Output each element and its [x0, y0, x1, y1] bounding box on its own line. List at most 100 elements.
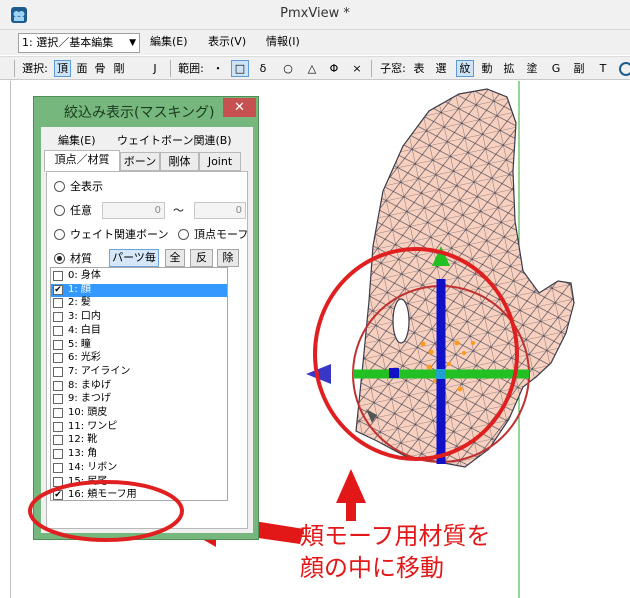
material-list-item[interactable]: 2: 髪 — [51, 297, 227, 310]
material-label: 材質 — [70, 252, 92, 265]
eye-hole — [392, 298, 410, 344]
checkbox-unchecked[interactable] — [53, 325, 63, 336]
range-delta-button[interactable]: δ — [255, 60, 271, 77]
edit-mode-select[interactable]: 1: 選択／基本編集 ▼ — [18, 33, 140, 53]
annotation-text-line1: 頬モーフ用材質を — [300, 522, 491, 550]
window-title: PmxView * — [280, 6, 350, 21]
material-list-item[interactable]: 13: 角 — [51, 448, 227, 461]
material-list-item[interactable]: 14: リボン — [51, 462, 227, 475]
material-list-item[interactable]: 10: 頭皮 — [51, 407, 227, 420]
material-list-item[interactable]: 11: ワンピ — [51, 421, 227, 434]
checkbox-unchecked[interactable] — [53, 380, 63, 391]
material-name: 6: 光彩 — [68, 352, 101, 364]
radio-vertex-morph[interactable] — [178, 229, 189, 240]
range-cross-button[interactable]: × — [349, 60, 365, 77]
range-circle-button[interactable]: ○ — [280, 60, 296, 77]
menu-edit[interactable]: 編集(E) — [150, 34, 188, 50]
range-to-input[interactable]: 0 — [194, 202, 246, 219]
material-name: 9: まつげ — [68, 393, 111, 405]
child-scale-button[interactable]: 拡 — [502, 60, 516, 77]
select-face-button[interactable]: 面 — [74, 60, 90, 77]
child-table-button[interactable]: 表 — [412, 60, 426, 77]
annotation-text-line2: 顔の中に移動 — [300, 554, 444, 582]
radio-range[interactable] — [54, 205, 65, 216]
checkbox-unchecked[interactable] — [53, 339, 63, 350]
dialog-close-button[interactable]: ✕ — [223, 98, 256, 117]
checkbox-checked[interactable]: ✔ — [53, 284, 63, 295]
range-from-input[interactable]: 0 — [102, 202, 165, 219]
remove-button[interactable]: 除 — [217, 249, 239, 267]
child-sub-button[interactable]: 副 — [572, 60, 586, 77]
dialog-menu-weight-bone[interactable]: ウェイトボーン関連(B) — [117, 132, 232, 148]
show-all-label: 全表示 — [70, 180, 103, 193]
material-name: 10: 頭皮 — [68, 407, 108, 418]
annotation-circle-list-item — [28, 480, 184, 542]
material-name: 11: ワンピ — [68, 420, 118, 432]
select-vertex-button[interactable]: 頂 — [54, 60, 71, 77]
child-paint-button[interactable]: 塗 — [525, 60, 539, 77]
checkbox-unchecked[interactable] — [53, 408, 63, 418]
checkbox-unchecked[interactable] — [53, 366, 63, 377]
select-joint-button[interactable]: J — [148, 60, 162, 77]
checkbox-unchecked[interactable] — [53, 462, 63, 473]
checkbox-unchecked[interactable] — [53, 353, 63, 364]
material-list-item[interactable]: ✔ 1: 顔 — [51, 283, 227, 297]
tab-vertex-material[interactable]: 頂点／材質 — [44, 150, 120, 172]
tab-bone[interactable]: ボーン — [120, 152, 160, 171]
checkbox-unchecked[interactable] — [53, 435, 63, 446]
material-list-item[interactable]: 3: 口内 — [51, 311, 227, 324]
select-bone-button[interactable]: 骨 — [92, 60, 108, 77]
toolbar-separator — [371, 60, 372, 77]
material-list-item[interactable]: 0: 身体 — [51, 270, 227, 283]
checkbox-unchecked[interactable] — [53, 312, 63, 323]
select-all-button[interactable]: 全 — [165, 249, 185, 267]
material-list-item[interactable]: 12: 靴 — [51, 434, 227, 447]
checkbox-unchecked[interactable] — [53, 421, 63, 432]
radio-material[interactable] — [54, 253, 65, 264]
weight-bone-label: ウェイト関連ボーン — [70, 228, 169, 241]
material-name: 14: リボン — [68, 461, 118, 473]
tab-joint[interactable]: Joint — [199, 152, 241, 171]
gizmo-center — [436, 369, 446, 379]
menu-bar: 1: 選択／基本編集 ▼ 編集(E) 表示(V) 情報(I) — [0, 30, 630, 55]
material-list-item[interactable]: 4: 白目 — [51, 325, 227, 338]
checkbox-unchecked[interactable] — [53, 449, 63, 460]
menu-info[interactable]: 情報(I) — [266, 34, 300, 50]
child-t-button[interactable]: T — [596, 60, 610, 77]
child-select-button[interactable]: 選 — [434, 60, 448, 77]
range-point-button[interactable]: ・ — [210, 60, 226, 77]
range-rect-button[interactable]: □ — [231, 60, 249, 77]
select-label: 選択: — [22, 62, 48, 75]
child-move-button[interactable]: 動 — [480, 60, 494, 77]
per-part-button[interactable]: パーツ毎 — [109, 249, 159, 267]
material-list-item[interactable]: 5: 瞳 — [51, 339, 227, 352]
reset-view-icon[interactable] — [618, 61, 630, 77]
child-mask-button[interactable]: 紋 — [456, 60, 474, 77]
dialog-menu-edit[interactable]: 編集(E) — [58, 132, 96, 148]
checkbox-unchecked[interactable] — [53, 271, 63, 281]
material-list-item[interactable]: 9: まつげ — [51, 393, 227, 406]
material-name: 4: 白目 — [68, 324, 101, 336]
material-name: 5: 瞳 — [68, 338, 91, 350]
tab-rigidbody[interactable]: 剛体 — [160, 152, 199, 171]
menu-view[interactable]: 表示(V) — [208, 34, 246, 50]
title-bar: PmxView * — [0, 0, 630, 30]
radio-show-all[interactable] — [54, 181, 65, 192]
range-label: 範囲: — [178, 62, 204, 75]
range-phi-button[interactable]: Φ — [326, 60, 342, 77]
radio-weight-bone[interactable] — [54, 229, 65, 240]
vertex-morph-label: 頂点モーフ — [194, 228, 249, 241]
range-triangle-button[interactable]: △ — [304, 60, 320, 77]
invert-button[interactable]: 反 — [190, 249, 213, 267]
chevron-down-icon: ▼ — [129, 38, 136, 48]
select-rigidbody-button[interactable]: 剛 — [111, 60, 127, 77]
material-name: 13: 角 — [68, 448, 98, 460]
checkbox-unchecked[interactable] — [53, 298, 63, 309]
child-group-button[interactable]: G — [549, 60, 563, 77]
material-list-item[interactable]: 6: 光彩 — [51, 352, 227, 365]
material-list-item[interactable]: 8: まゆげ — [51, 380, 227, 393]
material-list[interactable]: 0: 身体 ✔ 1: 顔 2: 髪 3: 口内 4: 白目 5: 瞳 6: 光彩 7: アイライ… — [50, 267, 228, 501]
toolbar: 選択: 頂 面 骨 剛 J 範囲: ・ □ δ ○ △ Φ × 子窓: 表 選 … — [0, 56, 630, 80]
checkbox-unchecked[interactable] — [53, 394, 63, 405]
material-list-item[interactable]: 7: アイライン — [51, 366, 227, 379]
